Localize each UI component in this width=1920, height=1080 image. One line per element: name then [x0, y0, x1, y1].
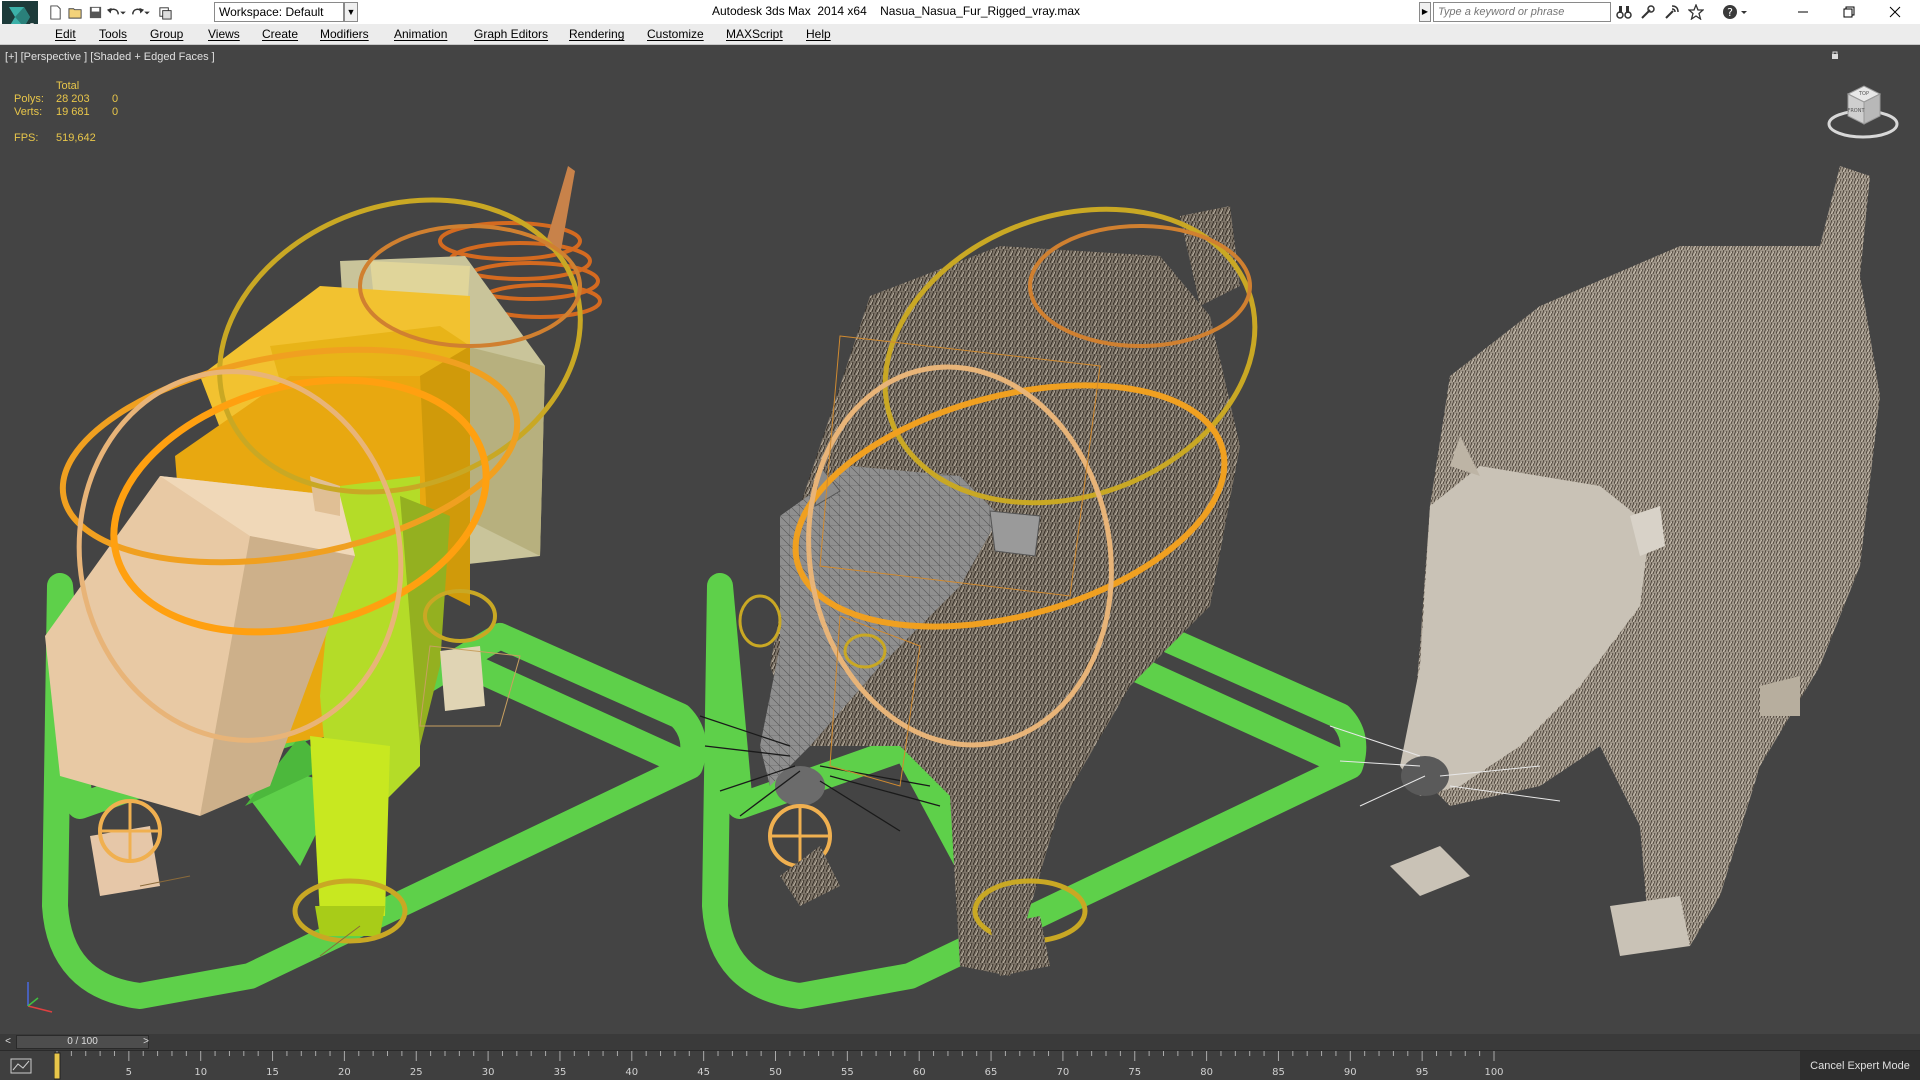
workspace-dropdown-arrow-icon[interactable]: ▼: [344, 2, 358, 22]
search-input[interactable]: [1433, 2, 1611, 22]
app-title: Autodesk 3ds Max 2014 x64: [712, 4, 867, 18]
viewcube-icon[interactable]: TOP FRONT: [1826, 76, 1900, 144]
subscription-center-icon[interactable]: [1638, 3, 1658, 21]
ruler-tick-label: 90: [1344, 1067, 1357, 1078]
menu-graph-editors[interactable]: Graph Editors: [474, 27, 548, 41]
menu-rendering[interactable]: Rendering: [569, 27, 624, 41]
menu-modifiers[interactable]: Modifiers: [320, 27, 369, 41]
menu-bar: Edit Tools Group Views Create Modifiers …: [0, 24, 1920, 45]
close-window-icon[interactable]: [1872, 0, 1918, 24]
ruler-tick-label: 70: [1057, 1067, 1070, 1078]
polys-selected: 0: [112, 93, 119, 105]
title-bar: Workspace: Default ▼ Autodesk 3ds Max 20…: [0, 0, 1920, 34]
menu-group[interactable]: Group: [150, 27, 183, 41]
axis-tripod-icon: [27, 982, 53, 1013]
menu-edit[interactable]: Edit: [55, 27, 76, 41]
proxy-rig-model[interactable]: [42, 151, 707, 1009]
ruler-tick-label: 50: [769, 1067, 782, 1078]
ruler-tick-label: 30: [482, 1067, 495, 1078]
svg-text:?: ?: [1727, 6, 1733, 19]
fps-label: FPS:: [14, 132, 39, 144]
ruler-tick-label: 15: [266, 1067, 279, 1078]
restore-window-icon[interactable]: [1826, 0, 1872, 24]
verts-label: Verts:: [14, 106, 43, 118]
ruler-tick-label: 80: [1200, 1067, 1213, 1078]
verts-selected: 0: [112, 106, 119, 118]
ruler-tick-label: 45: [697, 1067, 710, 1078]
save-file-icon[interactable]: [86, 3, 104, 21]
fps-value: 519,642: [56, 132, 96, 144]
window-title: Autodesk 3ds Max 2014 x64 Nasua_Nasua_Fu…: [712, 4, 1080, 18]
ruler-tick-label: 40: [625, 1067, 638, 1078]
ruler-tick-label: 20: [338, 1067, 351, 1078]
time-slider-handle[interactable]: 0 / 100: [16, 1035, 149, 1049]
undo-dropdown-icon[interactable]: [118, 3, 128, 21]
ruler-tick-label: 60: [913, 1067, 926, 1078]
current-frame-marker[interactable]: [54, 1052, 61, 1080]
ruler-tick-label: 85: [1272, 1067, 1285, 1078]
file-name: Nasua_Nasua_Fur_Rigged_vray.max: [880, 4, 1080, 18]
ruler-tick-label: 55: [841, 1067, 854, 1078]
menu-help[interactable]: Help: [806, 27, 831, 41]
menu-views[interactable]: Views: [208, 27, 240, 41]
lock-icon[interactable]: [1830, 50, 1840, 60]
ruler-tick-label: 95: [1416, 1067, 1429, 1078]
ruler-tick-label: 10: [194, 1067, 207, 1078]
ruler-tick-label: 5: [126, 1067, 132, 1078]
track-bar[interactable]: 5 10 15 20 25 30 35 40 45 50 55 60 65 70 75 80 85 90 95 100…: [0, 1050, 1920, 1080]
menu-animation[interactable]: Animation: [394, 27, 447, 41]
menu-tools[interactable]: Tools: [99, 27, 127, 41]
menu-customize[interactable]: Customize: [647, 27, 704, 41]
workspace-dropdown[interactable]: Workspace: Default: [214, 2, 344, 22]
menu-maxscript[interactable]: MAXScript: [726, 27, 783, 41]
communication-center-icon[interactable]: [1662, 3, 1682, 21]
help-dropdown-icon[interactable]: [1738, 3, 1750, 21]
viewport-label[interactable]: [+] [Perspective ] [Shaded + Edged Faces…: [5, 51, 215, 63]
mini-curve-editor-icon[interactable]: [8, 1056, 34, 1076]
open-file-icon[interactable]: [66, 3, 84, 21]
polys-total: 28 203: [56, 93, 90, 105]
time-slider-prev-button[interactable]: <: [2, 1035, 14, 1049]
verts-total: 19 681: [56, 106, 90, 118]
max-window: Workspace: Default ▼ Autodesk 3ds Max 20…: [0, 0, 1920, 1080]
ruler-tick-label: 75: [1128, 1067, 1141, 1078]
perspective-viewport[interactable]: [+] [Perspective ] [Shaded + Edged Faces…: [0, 46, 1920, 1034]
binoculars-icon[interactable]: [1614, 3, 1634, 21]
time-slider-next-button[interactable]: >: [140, 1035, 152, 1049]
wireframe-fur-model[interactable]: [699, 159, 1367, 1009]
minimize-window-icon[interactable]: [1780, 0, 1826, 24]
redo-dropdown-icon[interactable]: [142, 3, 152, 21]
time-slider[interactable]: < 0 / 100 >: [0, 1034, 1920, 1050]
rendered-fur-model[interactable]: [1329, 166, 1880, 956]
help-icon[interactable]: ?: [1720, 3, 1740, 21]
menu-create[interactable]: Create: [262, 27, 298, 41]
favorites-star-icon[interactable]: [1686, 3, 1706, 21]
ruler-tick-label: 65: [985, 1067, 998, 1078]
search-expand-icon[interactable]: ▶: [1419, 2, 1431, 22]
ruler-tick-label: 35: [554, 1067, 567, 1078]
new-file-icon[interactable]: [46, 3, 64, 21]
project-folder-icon[interactable]: [156, 3, 174, 21]
cancel-expert-mode-button[interactable]: Cancel Expert Mode: [1800, 1051, 1920, 1080]
viewport-scene[interactable]: [0, 46, 1920, 1034]
track-ruler[interactable]: 5 10 15 20 25 30 35 40 45 50 55 60 65 70 75 80 85 90 95 100: [54, 1051, 1744, 1080]
viewcube-top-label: TOP: [1858, 91, 1869, 97]
stats-header: Total: [56, 80, 80, 92]
polys-label: Polys:: [14, 93, 44, 105]
viewcube-face-label: FRONT: [1847, 108, 1865, 114]
ruler-tick-label: 25: [410, 1067, 423, 1078]
ruler-tick-label: 100: [1484, 1067, 1503, 1078]
